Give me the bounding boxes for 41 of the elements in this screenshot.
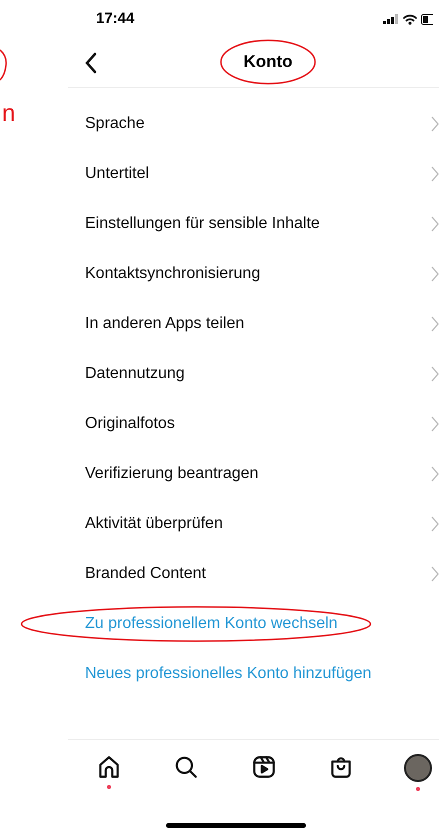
row-label: Datennutzung bbox=[85, 364, 185, 384]
chevron-right-icon bbox=[431, 416, 439, 432]
battery-icon bbox=[421, 14, 433, 24]
chevron-right-icon bbox=[431, 116, 439, 132]
settings-row[interactable]: Datennutzung bbox=[68, 349, 439, 399]
settings-row[interactable]: Aktivität überprüfen bbox=[68, 499, 439, 549]
settings-row[interactable]: Branded Content bbox=[68, 549, 439, 599]
wifi-icon bbox=[403, 14, 417, 24]
status-time: 17:44 bbox=[96, 8, 134, 29]
row-label: Aktivität überprüfen bbox=[85, 514, 223, 534]
avatar[interactable] bbox=[404, 754, 432, 782]
annotation-text: n bbox=[2, 102, 16, 126]
settings-row[interactable]: Sprache bbox=[68, 99, 439, 149]
row-label: Sprache bbox=[85, 114, 145, 134]
settings-row[interactable]: Kontaktsynchronisierung bbox=[68, 249, 439, 299]
back-icon bbox=[84, 52, 98, 74]
chevron-right-icon bbox=[431, 166, 439, 182]
row-label: Branded Content bbox=[85, 564, 206, 584]
settings-row[interactable]: In anderen Apps teilen bbox=[68, 299, 439, 349]
settings-row[interactable]: Einstellungen für sensible Inhalte bbox=[68, 199, 439, 249]
settings-row[interactable]: Verifizierung beantragen bbox=[68, 449, 439, 499]
row-label: Originalfotos bbox=[85, 414, 175, 434]
row-label: In anderen Apps teilen bbox=[85, 314, 244, 334]
row-label: Kontaktsynchronisierung bbox=[85, 264, 260, 284]
search-icon[interactable] bbox=[173, 754, 200, 780]
signal-icon bbox=[383, 14, 399, 24]
row-label: Verifizierung beantragen bbox=[85, 464, 258, 484]
video-clapper-icon[interactable] bbox=[250, 754, 276, 780]
settings-row[interactable]: Untertitel bbox=[68, 149, 439, 199]
chevron-right-icon bbox=[431, 566, 439, 582]
page-title: Konto bbox=[243, 51, 293, 74]
chevron-right-icon bbox=[431, 466, 439, 482]
chevron-right-icon bbox=[431, 266, 439, 282]
row-label: Untertitel bbox=[85, 164, 150, 184]
chevron-right-icon bbox=[431, 516, 439, 532]
annotation-arc bbox=[0, 48, 8, 82]
row-label: Einstellungen für sensible Inhalte bbox=[85, 214, 320, 234]
chevron-right-icon bbox=[431, 366, 439, 382]
chevron-right-icon bbox=[431, 216, 439, 232]
settings-row[interactable]: Originalfotos bbox=[68, 399, 439, 449]
chevron-right-icon bbox=[431, 316, 439, 332]
